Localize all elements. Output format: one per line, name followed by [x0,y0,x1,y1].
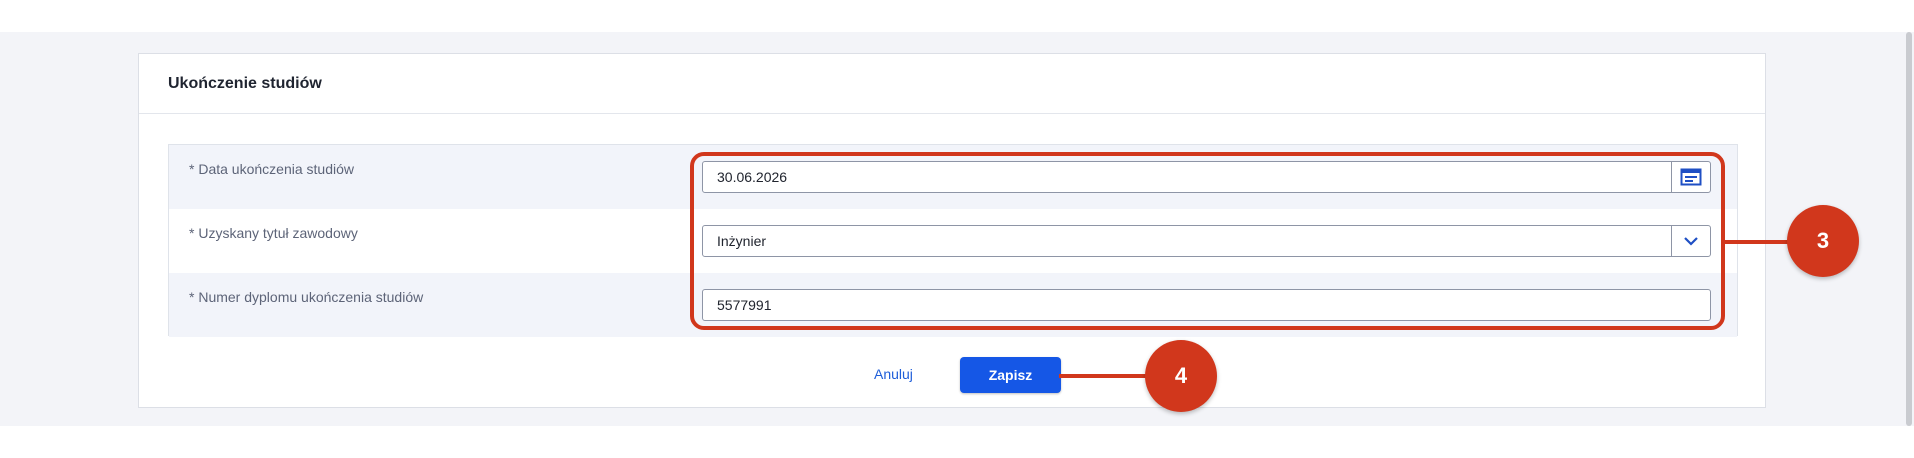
save-button[interactable]: Zapisz [960,357,1061,393]
step-3-callout: 3 [1787,205,1859,277]
cancel-link[interactable]: Anuluj [874,366,913,382]
step-4-callout: 4 [1145,340,1217,412]
card-header: Ukończenie studiów [139,54,1765,114]
step-3-connector [1725,240,1791,244]
graduation-date-label: * Data ukończenia studiów [189,161,354,177]
professional-title-label: * Uzyskany tytuł zawodowy [189,225,358,241]
step-4-connector [1059,374,1149,378]
card-title: Ukończenie studiów [168,75,322,92]
fields-highlight-box [690,152,1725,330]
diploma-number-label: * Numer dyplomu ukończenia studiów [189,289,424,305]
scrollbar[interactable] [1906,32,1912,426]
